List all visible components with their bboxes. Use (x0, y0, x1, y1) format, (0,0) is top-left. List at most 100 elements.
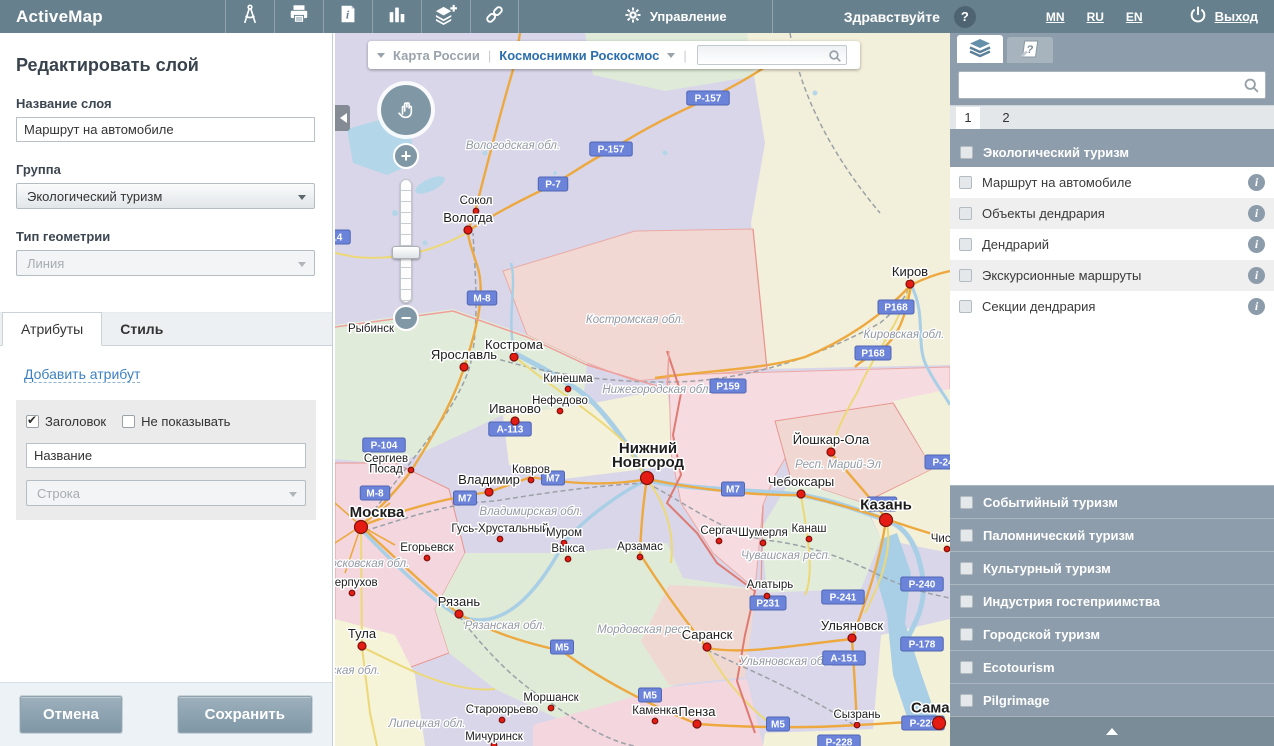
pan-up-arrow-icon[interactable] (402, 88, 410, 96)
page-2-button[interactable]: 2 (994, 107, 1018, 129)
save-button[interactable]: Сохранить (178, 696, 312, 733)
chevron-down-icon (298, 195, 306, 204)
separator: | (488, 48, 491, 63)
header-checkbox[interactable] (26, 415, 39, 428)
layer-name: Дендрарий (982, 237, 1238, 252)
svg-text:Р-104: Р-104 (371, 441, 398, 452)
layers-search-input[interactable] (959, 72, 1265, 98)
road-badge: Р-157 (590, 142, 633, 156)
pan-right-arrow-icon[interactable] (420, 106, 428, 114)
group-header-eco-tourism[interactable]: Экологический туризм (950, 137, 1274, 167)
svg-text:Р159: Р159 (716, 382, 740, 393)
group-header-collapsed[interactable]: Паломнический туризм (950, 518, 1274, 551)
layers-panel-tabs: ? (950, 33, 1274, 63)
layer-checkbox[interactable] (959, 176, 972, 189)
print-button[interactable] (274, 0, 323, 33)
city-label: Сокол (460, 195, 493, 207)
layer-name-input[interactable] (16, 117, 315, 142)
group-checkbox[interactable] (960, 595, 973, 608)
layer-row[interactable]: Секции дендрария i (950, 291, 1274, 322)
group-header-collapsed[interactable]: Индустрия гостеприимства (950, 584, 1274, 617)
add-attribute-link[interactable]: Добавить атрибут (24, 366, 140, 383)
group-checkbox[interactable] (960, 496, 973, 509)
layer-row[interactable]: Экскурсионные маршруты i (950, 260, 1274, 291)
management-button[interactable]: Управление (624, 6, 727, 27)
svg-text:М5: М5 (555, 643, 569, 654)
help-button[interactable]: ? (954, 6, 976, 28)
group-checkbox[interactable] (960, 628, 973, 641)
pan-control[interactable] (377, 81, 435, 139)
road-badge: Р-240 (901, 577, 944, 591)
zoom-out-button[interactable]: − (393, 305, 419, 331)
layer-row[interactable]: Маршрут на автомобиле i (950, 167, 1274, 198)
group-header-collapsed[interactable]: Ecotourism (950, 650, 1274, 683)
layer-checkbox[interactable] (959, 207, 972, 220)
base-layer-select[interactable]: Карта России (393, 48, 480, 63)
info-icon[interactable]: i (1248, 267, 1265, 284)
logout-button[interactable]: Выход (1188, 5, 1258, 28)
group-checkbox[interactable] (960, 146, 973, 159)
tab-style[interactable]: Стиль (102, 313, 181, 345)
group-checkbox[interactable] (960, 661, 973, 674)
group-checkbox[interactable] (960, 562, 973, 575)
group-select[interactable]: Экологический туризм (16, 183, 315, 209)
group-header-collapsed[interactable]: Событийный туризм (950, 485, 1274, 518)
svg-text:Р-240: Р-240 (909, 580, 936, 591)
measure-tool-button[interactable] (225, 0, 274, 33)
lang-mn-link[interactable]: MN (1046, 10, 1065, 24)
group-header-collapsed[interactable]: Культурный туризм (950, 551, 1274, 584)
tab-attributes[interactable]: Атрибуты (2, 312, 102, 346)
group-label: Ecotourism (983, 660, 1055, 675)
layer-checkbox[interactable] (959, 300, 972, 313)
city-label: Рыбинск (348, 323, 395, 335)
overlay-layer-select[interactable]: Космоснимки Роскосмос (499, 48, 659, 63)
management-label: Управление (650, 9, 727, 24)
cancel-button[interactable]: Отмена (20, 696, 122, 733)
lang-en-link[interactable]: EN (1126, 10, 1143, 24)
attribute-name-input[interactable] (26, 443, 306, 468)
group-checkbox[interactable] (960, 529, 973, 542)
layer-row[interactable]: Объекты дендрария i (950, 198, 1274, 229)
tab-legend[interactable]: ? (1007, 37, 1053, 63)
group-header-collapsed[interactable]: Pilgrimage (950, 683, 1274, 716)
group-header-collapsed[interactable]: Городской туризм (950, 617, 1274, 650)
collapse-panel-button[interactable] (335, 105, 350, 131)
question-icon: ? (961, 9, 969, 24)
hide-checkbox[interactable] (122, 415, 135, 428)
zoom-in-button[interactable]: + (393, 143, 419, 169)
panel-collapse-button[interactable] (950, 716, 1274, 746)
map-canvas[interactable]: Вологодская обл.Костромская обл.Кировска… (335, 33, 950, 746)
permalink-button[interactable] (470, 0, 519, 33)
search-icon[interactable] (1243, 77, 1260, 94)
chevron-down-icon (298, 262, 306, 271)
statistics-button[interactable] (372, 0, 421, 33)
page-1-button[interactable]: 1 (956, 107, 980, 129)
pan-left-arrow-icon[interactable] (384, 106, 392, 114)
chevron-down-icon[interactable] (667, 53, 675, 62)
city-dot (944, 546, 950, 552)
city-label: Моршанск (523, 692, 579, 704)
layer-checkbox[interactable] (959, 238, 972, 251)
map-search-input[interactable] (698, 46, 846, 64)
info-icon[interactable]: i (1248, 298, 1265, 315)
city-dot (827, 448, 835, 456)
layer-checkbox[interactable] (959, 269, 972, 282)
add-layer-button[interactable] (421, 0, 470, 33)
group-checkbox[interactable] (960, 694, 973, 707)
search-icon[interactable] (828, 49, 842, 63)
zoom-slider-track[interactable] (400, 179, 412, 303)
chevron-down-icon[interactable] (377, 53, 385, 62)
info-icon[interactable]: i (1248, 205, 1265, 222)
layer-row[interactable]: Дендрарий i (950, 229, 1274, 260)
zoom-slider-handle[interactable] (392, 246, 420, 259)
city-label: Владимир (458, 472, 520, 487)
svg-text:М-8: М-8 (366, 489, 384, 500)
info-icon[interactable]: i (1248, 236, 1265, 253)
layer-name: Маршрут на автомобиле (982, 175, 1238, 190)
layer-name: Объекты дендрария (982, 206, 1238, 221)
road-badge: М5 (767, 717, 790, 731)
lang-ru-link[interactable]: RU (1087, 10, 1104, 24)
tab-layers[interactable] (957, 35, 1003, 63)
reference-button[interactable]: i (323, 0, 372, 33)
info-icon[interactable]: i (1248, 174, 1265, 191)
